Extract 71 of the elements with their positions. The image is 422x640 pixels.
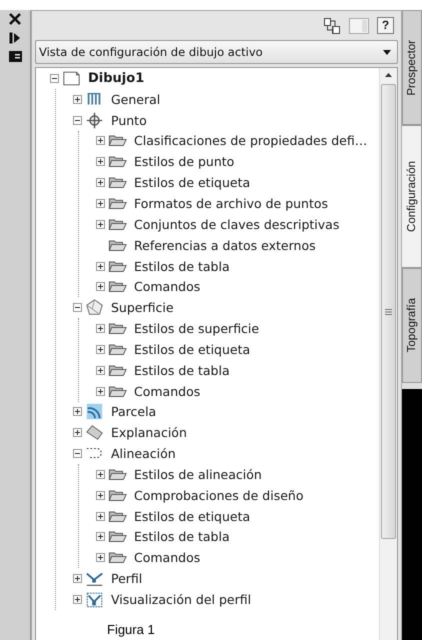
parcel-icon	[85, 402, 104, 422]
expand-icon[interactable]	[96, 324, 105, 334]
profile-view-icon	[85, 590, 104, 610]
tree-item[interactable]: Comandos	[134, 550, 200, 566]
scrollbar-thumb[interactable]	[381, 84, 396, 539]
properties-icon[interactable]	[8, 51, 22, 62]
collapse-icon[interactable]	[50, 74, 59, 83]
tree-item[interactable]: Estilos de etiqueta	[134, 508, 250, 524]
expand-icon[interactable]	[96, 262, 105, 271]
collapse-icon[interactable]	[73, 449, 82, 458]
tree-item[interactable]: Parcela	[111, 404, 156, 420]
dropdown-value: Vista de configuración de dibujo activo	[39, 45, 263, 59]
side-tab[interactable]: Configuración	[402, 125, 422, 268]
expand-icon[interactable]	[96, 386, 105, 396]
tree-item[interactable]: Estilos de punto	[134, 154, 234, 170]
tree-item[interactable]: Estilos de superficie	[134, 321, 260, 336]
expand-icon[interactable]	[96, 157, 105, 166]
expand-icon[interactable]	[73, 94, 82, 104]
expand-icon[interactable]	[96, 512, 105, 521]
view-dropdown[interactable]: Vista de configuración de dibujo activo	[35, 40, 398, 64]
grip-icon	[385, 308, 392, 314]
tree-item[interactable]: Explanación	[111, 425, 187, 440]
expand-icon[interactable]	[96, 178, 105, 188]
close-icon[interactable]	[9, 13, 21, 25]
scroll-up-icon[interactable]	[385, 73, 392, 77]
tree-item[interactable]: Comandos	[134, 279, 200, 294]
expand-icon[interactable]	[73, 574, 82, 584]
tree-item[interactable]: Referencias a datos externos	[134, 238, 316, 253]
expand-icon[interactable]	[73, 407, 82, 416]
tree-item[interactable]: Comandos	[134, 384, 200, 399]
expand-icon[interactable]	[96, 470, 105, 479]
side-tab[interactable]: Prospector	[402, 10, 422, 125]
tree-item[interactable]: Superficie	[111, 300, 174, 316]
expand-icon[interactable]	[96, 532, 105, 542]
tree-item[interactable]: Estilos de tabla	[134, 258, 230, 274]
grading-icon	[85, 423, 104, 442]
tree-item[interactable]: Conjuntos de claves descriptivas	[134, 216, 340, 232]
figure-caption: Figura 1	[107, 622, 155, 637]
caret-icon	[383, 50, 391, 54]
expand-icon[interactable]	[96, 344, 105, 354]
expand-icon[interactable]	[73, 595, 82, 604]
collapse-icon[interactable]	[73, 303, 82, 312]
expand-icon[interactable]	[96, 366, 105, 375]
expand-icon[interactable]	[96, 136, 105, 146]
expand-icon[interactable]	[96, 198, 105, 208]
tree-item[interactable]: Comprobaciones de diseño	[134, 488, 304, 503]
tree-item[interactable]: Perfil	[111, 571, 142, 586]
expand-icon[interactable]	[96, 282, 105, 292]
tree-item[interactable]: Estilos de tabla	[134, 362, 230, 378]
hierarchy-icon[interactable]	[323, 16, 341, 34]
point-icon	[85, 110, 104, 130]
tree-item[interactable]: Estilos de alineación	[134, 466, 262, 482]
tree-item[interactable]: Estilos de etiqueta	[134, 342, 250, 357]
tree-item[interactable]: Alineación	[111, 446, 176, 462]
tree-item[interactable]: Formatos de archivo de puntos	[134, 196, 328, 211]
expand-icon[interactable]	[96, 220, 105, 229]
help-button[interactable]: ?	[377, 17, 394, 34]
tree-item[interactable]: General	[111, 92, 160, 107]
surface-icon	[85, 298, 104, 318]
tree-item[interactable]: Punto	[111, 112, 147, 128]
expand-icon[interactable]	[73, 428, 82, 438]
expand-icon[interactable]	[96, 553, 105, 562]
tree-item[interactable]: Dibujo1	[88, 70, 144, 86]
side-tab[interactable]: Topografía	[402, 268, 422, 383]
panel-toggle-icon[interactable]	[9, 32, 21, 44]
tree-item[interactable]: Estilos de tabla	[134, 529, 230, 544]
tree-item[interactable]: Clasificaciones de propiedades defi…	[134, 133, 368, 148]
collapse-icon[interactable]	[73, 116, 82, 125]
tree-item[interactable]: Estilos de etiqueta	[134, 175, 250, 190]
expand-icon[interactable]	[96, 490, 105, 500]
tree-item[interactable]: Visualización del perfil	[111, 592, 252, 608]
